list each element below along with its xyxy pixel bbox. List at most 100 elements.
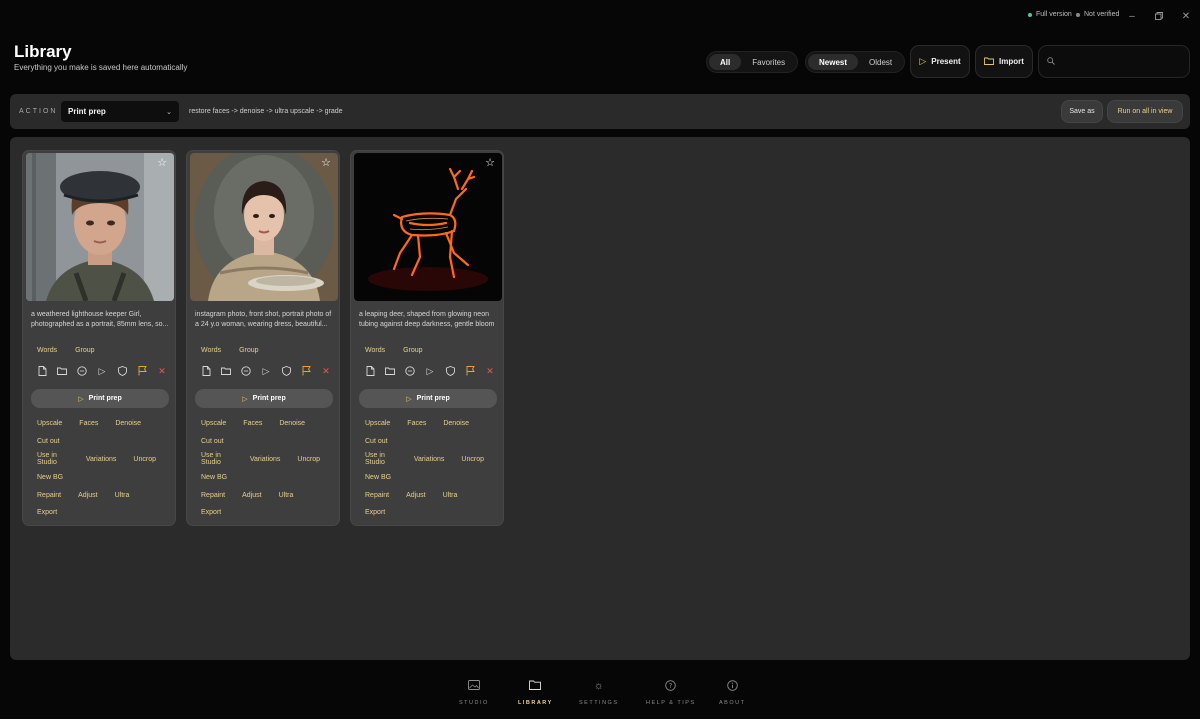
adjust-button[interactable]: Adjust (242, 492, 261, 499)
ultra-button[interactable]: Ultra (443, 492, 458, 499)
delete-icon[interactable]: ✕ (156, 365, 168, 377)
present-button[interactable]: ▷ Present (910, 45, 970, 78)
cut-out-button[interactable]: Cut out (201, 438, 224, 445)
nav-settings[interactable]: ☼ SETTINGS (579, 680, 619, 706)
image-icon (467, 680, 480, 693)
nav-about[interactable]: ABOUT (719, 680, 745, 706)
denoise-button[interactable]: Denoise (443, 420, 469, 427)
sort-newest-button[interactable]: Newest (808, 54, 859, 70)
ultra-button[interactable]: Ultra (279, 492, 294, 499)
group-tag[interactable]: Group (403, 347, 422, 354)
use-in-studio-button[interactable]: Use in Studio (201, 452, 233, 466)
uncrop-button[interactable]: Uncrop (297, 456, 320, 463)
delete-icon[interactable]: ✕ (484, 365, 496, 377)
nav-help[interactable]: ? HELP & TIPS (646, 680, 696, 706)
image-thumbnail[interactable] (354, 153, 502, 301)
group-tag[interactable]: Group (239, 347, 258, 354)
save-as-button[interactable]: Save as (1061, 100, 1103, 123)
nav-help-label: HELP & TIPS (646, 700, 696, 706)
folder-icon[interactable] (220, 365, 232, 377)
search-input[interactable] (1059, 57, 1179, 66)
library-card[interactable]: ☆ a leaping deer, shaped from glowing ne… (350, 150, 504, 526)
export-button[interactable]: Export (365, 509, 385, 516)
shield-icon[interactable] (444, 365, 456, 377)
flag-icon[interactable] (300, 365, 312, 377)
verification-status-text: Not verified (1084, 11, 1120, 18)
card-operations: Upscale Faces Denoise Cut out Use in Studi… (37, 415, 173, 522)
restore-icon[interactable] (1152, 9, 1166, 23)
faces-button[interactable]: Faces (243, 420, 262, 427)
shield-icon[interactable] (116, 365, 128, 377)
action-select[interactable]: Print prep ⌄ (61, 101, 179, 122)
new-bg-button[interactable]: New BG (201, 474, 227, 481)
faces-button[interactable]: Faces (79, 420, 98, 427)
use-in-studio-button[interactable]: Use in Studio (37, 452, 69, 466)
repaint-button[interactable]: Repaint (201, 492, 225, 499)
filter-favorites-button[interactable]: Favorites (741, 54, 796, 70)
repaint-button[interactable]: Repaint (37, 492, 61, 499)
group-tag[interactable]: Group (75, 347, 94, 354)
new-bg-button[interactable]: New BG (37, 474, 63, 481)
denoise-button[interactable]: Denoise (115, 420, 141, 427)
use-in-studio-button[interactable]: Use in Studio (365, 452, 397, 466)
sort-oldest-button[interactable]: Oldest (858, 54, 903, 70)
filter-all-button[interactable]: All (709, 54, 742, 70)
library-card[interactable]: ☆ a weathered lighthouse keeper Girl, ph… (22, 150, 176, 526)
file-icon[interactable] (200, 365, 212, 377)
variations-button[interactable]: Variations (414, 456, 445, 463)
image-thumbnail[interactable] (26, 153, 174, 301)
run-action-button[interactable]: ▷ Print prep (359, 389, 497, 408)
delete-icon[interactable]: ✕ (320, 365, 332, 377)
uncrop-button[interactable]: Uncrop (461, 456, 484, 463)
nav-studio[interactable]: STUDIO (459, 680, 489, 706)
repaint-button[interactable]: Repaint (365, 492, 389, 499)
variations-button[interactable]: Variations (86, 456, 117, 463)
variations-button[interactable]: Variations (250, 456, 281, 463)
adjust-button[interactable]: Adjust (78, 492, 97, 499)
new-bg-button[interactable]: New BG (365, 474, 391, 481)
faces-button[interactable]: Faces (407, 420, 426, 427)
library-card[interactable]: ☆ instagram photo, front shot, portrait … (186, 150, 340, 526)
nav-library[interactable]: LIBRARY (518, 680, 553, 706)
cut-out-button[interactable]: Cut out (37, 438, 60, 445)
ultra-button[interactable]: Ultra (115, 492, 130, 499)
import-button[interactable]: Import (975, 45, 1033, 78)
words-tag[interactable]: Words (201, 347, 221, 354)
upscale-button[interactable]: Upscale (201, 420, 226, 427)
adjust-button[interactable]: Adjust (406, 492, 425, 499)
flag-icon[interactable] (136, 365, 148, 377)
folder-icon[interactable] (384, 365, 396, 377)
words-tag[interactable]: Words (37, 347, 57, 354)
card-icon-row: ▷ ✕ (200, 365, 332, 377)
favorite-star-icon[interactable]: ☆ (157, 156, 167, 169)
comment-icon[interactable] (404, 365, 416, 377)
file-icon[interactable] (36, 365, 48, 377)
favorite-star-icon[interactable]: ☆ (485, 156, 495, 169)
denoise-button[interactable]: Denoise (279, 420, 305, 427)
card-icon-row: ▷ ✕ (364, 365, 496, 377)
run-action-button[interactable]: ▷ Print prep (31, 389, 169, 408)
flag-icon[interactable] (464, 365, 476, 377)
minimize-icon[interactable]: – (1125, 9, 1139, 23)
cut-out-button[interactable]: Cut out (365, 438, 388, 445)
upscale-button[interactable]: Upscale (365, 420, 390, 427)
export-button[interactable]: Export (201, 509, 221, 516)
run-on-all-button[interactable]: Run on all in view (1107, 100, 1183, 123)
play-icon[interactable]: ▷ (96, 365, 108, 377)
comment-icon[interactable] (76, 365, 88, 377)
export-button[interactable]: Export (37, 509, 57, 516)
comment-icon[interactable] (240, 365, 252, 377)
image-thumbnail[interactable] (190, 153, 338, 301)
file-icon[interactable] (364, 365, 376, 377)
upscale-button[interactable]: Upscale (37, 420, 62, 427)
uncrop-button[interactable]: Uncrop (133, 456, 156, 463)
close-window-icon[interactable]: ✕ (1179, 9, 1193, 23)
folder-icon[interactable] (56, 365, 68, 377)
words-tag[interactable]: Words (365, 347, 385, 354)
run-action-button[interactable]: ▷ Print prep (195, 389, 333, 408)
shield-icon[interactable] (280, 365, 292, 377)
play-icon[interactable]: ▷ (260, 365, 272, 377)
search-box (1038, 45, 1190, 78)
favorite-star-icon[interactable]: ☆ (321, 156, 331, 169)
play-icon[interactable]: ▷ (424, 365, 436, 377)
